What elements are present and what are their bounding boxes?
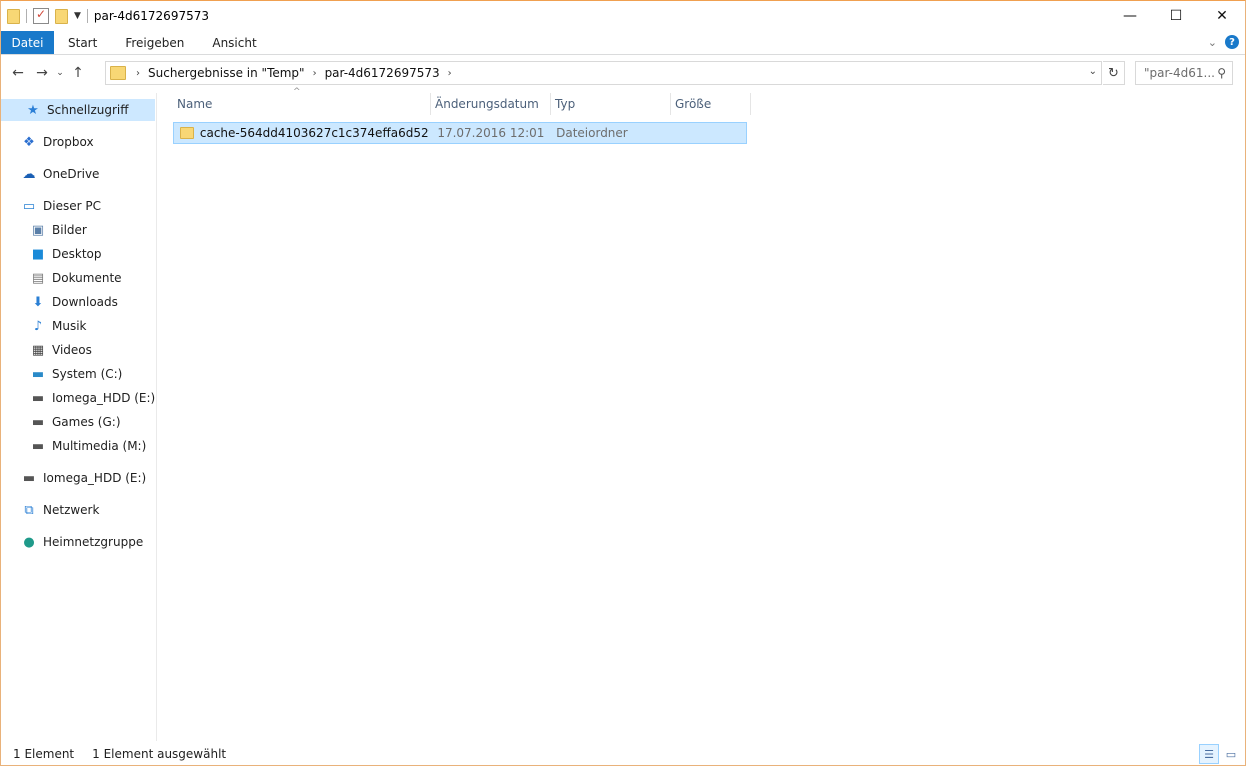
- up-arrow-icon[interactable]: ↑: [67, 61, 89, 85]
- item-count: 1 Element: [13, 747, 75, 761]
- folder-icon: [180, 127, 194, 139]
- homegroup-icon: ●: [23, 534, 35, 550]
- download-arrow-icon: ⬇: [32, 294, 44, 310]
- drive-icon: ▬: [31, 414, 45, 430]
- window-controls: — ☐ ✕: [1107, 1, 1245, 31]
- close-button[interactable]: ✕: [1199, 1, 1245, 31]
- sidebar-item-schnellzugriff[interactable]: ★ Schnellzugriff: [1, 99, 155, 121]
- navigation-pane: ★ Schnellzugriff ❖ Dropbox ☁ OneDrive ▭ …: [1, 93, 157, 741]
- view-switcher: ☰ ▭: [1199, 744, 1241, 764]
- column-header-size[interactable]: Größe: [671, 93, 751, 115]
- sidebar-item-dokumente[interactable]: ▤ Dokumente: [30, 267, 122, 289]
- selection-count: 1 Element ausgewählt: [92, 747, 227, 761]
- computer-icon: ▭: [22, 198, 36, 214]
- minimize-button[interactable]: —: [1107, 1, 1153, 31]
- network-icon: ⧉: [24, 502, 34, 518]
- sidebar-item-downloads[interactable]: ⬇ Downloads: [30, 291, 118, 313]
- sidebar-item-dropbox[interactable]: ❖ Dropbox: [21, 131, 93, 153]
- new-folder-icon[interactable]: [55, 8, 68, 24]
- cloud-icon: ☁: [22, 166, 36, 182]
- sidebar-item-videos[interactable]: ▦ Videos: [30, 339, 92, 361]
- folder-icon: [7, 8, 20, 24]
- details-view-icon[interactable]: ☰: [1199, 744, 1219, 764]
- column-headers: ^ Name Änderungsdatum Typ Größe: [173, 87, 751, 115]
- explorer-window: ▼ par-4d6172697573 — ☐ ✕ Datei Start Fre…: [0, 0, 1246, 766]
- toolbar-divider: [26, 9, 27, 23]
- sidebar-item-games-g[interactable]: ▬ Games (G:): [30, 411, 121, 433]
- star-icon: ★: [27, 102, 39, 118]
- file-name: cache-564dd4103627c1c374effa6d52fc29...: [199, 126, 429, 140]
- sidebar-item-dieser-pc[interactable]: ▭ Dieser PC: [21, 195, 101, 217]
- sidebar-item-iomega-hdd-e-root[interactable]: ▬ Iomega_HDD (E:): [21, 467, 146, 489]
- properties-icon[interactable]: [33, 7, 49, 24]
- tab-freigeben[interactable]: Freigeben: [111, 31, 198, 54]
- dropbox-icon: ❖: [23, 134, 35, 150]
- tab-datei[interactable]: Datei: [1, 31, 54, 54]
- window-title: par-4d6172697573: [93, 9, 209, 23]
- navigation-bar: ← → ⌄ ↑ › Suchergebnisse in "Temp" › par…: [1, 56, 1245, 90]
- table-row[interactable]: cache-564dd4103627c1c374effa6d52fc29... …: [173, 122, 747, 144]
- column-header-name[interactable]: ^ Name: [173, 87, 431, 115]
- drive-icon: ▬: [22, 470, 36, 486]
- sidebar-item-system-c[interactable]: ▬ System (C:): [30, 363, 123, 385]
- sidebar-item-bilder[interactable]: ▣ Bilder: [30, 219, 87, 241]
- customize-toolbar-dropdown-icon[interactable]: ▼: [74, 11, 81, 21]
- maximize-button[interactable]: ☐: [1153, 1, 1199, 31]
- search-text: "par-4d61...: [1144, 66, 1215, 80]
- expand-ribbon-chevron-icon[interactable]: ⌄: [1208, 36, 1217, 49]
- breadcrumb-separator-icon[interactable]: ›: [136, 68, 140, 79]
- breadcrumb-separator-icon[interactable]: ›: [448, 68, 452, 79]
- sidebar-item-heimnetzgruppe[interactable]: ● Heimnetzgruppe: [21, 531, 143, 553]
- document-icon: ▤: [31, 270, 45, 286]
- file-date: 17.07.2016 12:01: [437, 126, 545, 140]
- tab-ansicht[interactable]: Ansicht: [198, 31, 270, 54]
- search-input[interactable]: "par-4d61... ⚲: [1135, 61, 1233, 85]
- quick-access-toolbar: ▼ par-4d6172697573: [1, 1, 209, 31]
- sidebar-item-musik[interactable]: ♪ Musik: [30, 315, 87, 337]
- title-bar: ▼ par-4d6172697573 — ☐ ✕: [1, 1, 1245, 31]
- column-header-type[interactable]: Typ: [551, 93, 671, 115]
- recent-locations-chevron-icon[interactable]: ⌄: [53, 61, 67, 85]
- drive-icon: ▬: [31, 438, 45, 454]
- ribbon-tabs: Datei Start Freigeben Ansicht ⌄ ?: [1, 31, 1245, 55]
- tab-start[interactable]: Start: [54, 31, 111, 54]
- large-icons-view-icon[interactable]: ▭: [1221, 744, 1241, 764]
- refresh-icon[interactable]: ↻: [1103, 61, 1125, 85]
- column-header-date[interactable]: Änderungsdatum: [431, 93, 551, 115]
- breadcrumb-separator-icon[interactable]: ›: [313, 68, 317, 79]
- system-drive-icon: ▬: [31, 366, 45, 382]
- film-icon: ▦: [31, 342, 45, 358]
- pictures-icon: ▣: [31, 222, 45, 238]
- address-bar[interactable]: › Suchergebnisse in "Temp" › par-4d61726…: [105, 61, 1102, 85]
- ribbon-right-controls: ⌄ ?: [1208, 35, 1239, 49]
- sidebar-item-multimedia-m[interactable]: ▬ Multimedia (M:): [30, 435, 146, 457]
- sort-ascending-icon: ^: [293, 87, 301, 97]
- drive-icon: ▬: [31, 390, 45, 406]
- search-icon[interactable]: ⚲: [1217, 66, 1226, 80]
- file-list: ^ Name Änderungsdatum Typ Größe cache-56…: [159, 87, 1245, 741]
- sidebar-item-desktop[interactable]: ■ Desktop: [30, 243, 102, 265]
- forward-arrow-icon[interactable]: →: [31, 61, 53, 85]
- toolbar-divider: [86, 9, 88, 23]
- breadcrumb-search-results[interactable]: Suchergebnisse in "Temp": [148, 66, 305, 80]
- music-note-icon: ♪: [33, 318, 43, 334]
- address-history-chevron-icon[interactable]: ⌄: [1089, 66, 1097, 77]
- sidebar-item-netzwerk[interactable]: ⧉ Netzwerk: [21, 499, 99, 521]
- sidebar-item-iomega-hdd-e[interactable]: ▬ Iomega_HDD (E:): [30, 387, 155, 409]
- status-bar: 1 Element 1 Element ausgewählt ☰ ▭: [1, 742, 1245, 766]
- help-icon[interactable]: ?: [1225, 35, 1239, 49]
- file-type: Dateiordner: [556, 126, 628, 140]
- back-arrow-icon[interactable]: ←: [7, 61, 29, 85]
- breadcrumb-current-folder[interactable]: par-4d6172697573: [325, 66, 440, 80]
- desktop-icon: ■: [31, 246, 45, 262]
- sidebar-item-onedrive[interactable]: ☁ OneDrive: [21, 163, 100, 185]
- folder-icon: [110, 66, 126, 80]
